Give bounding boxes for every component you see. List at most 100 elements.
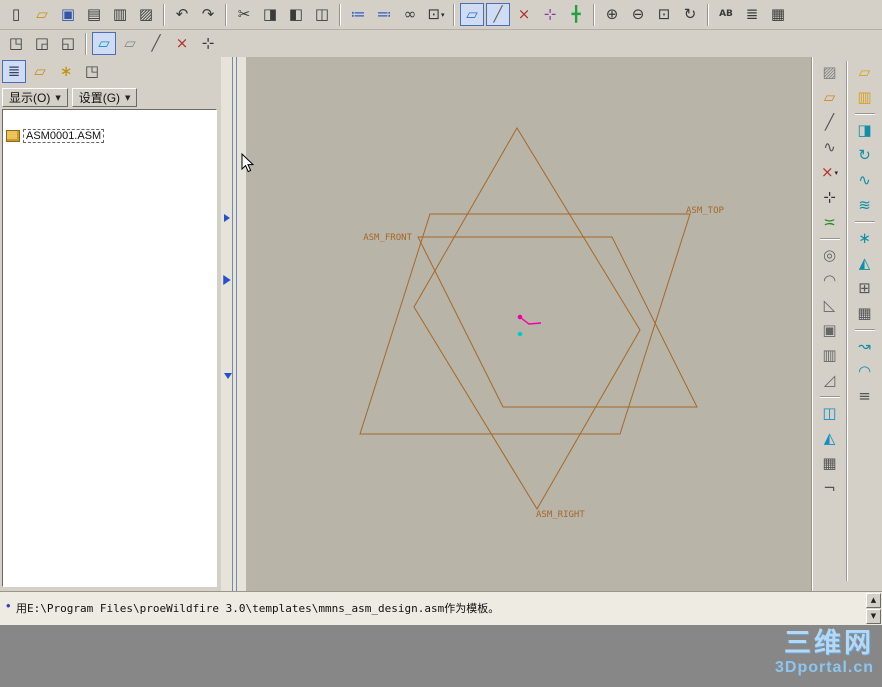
scroll-up-button[interactable]: ▲ bbox=[866, 593, 881, 608]
datum-point-tool[interactable]: × bbox=[170, 32, 194, 55]
extrude-tool[interactable]: ◨ bbox=[853, 119, 877, 142]
cut-button[interactable]: ✂ bbox=[232, 3, 256, 26]
zoom-in-button[interactable]: ⊕ bbox=[600, 3, 624, 26]
layers-button[interactable]: ≣ bbox=[740, 3, 764, 26]
sweep-tool[interactable]: ∿ bbox=[853, 169, 877, 192]
splitter-collapse-arrow-icon[interactable] bbox=[224, 214, 230, 222]
splitter-collapse-arrow-icon[interactable] bbox=[224, 373, 232, 379]
favorites-button[interactable]: ∗ bbox=[54, 60, 78, 83]
print-button[interactable]: ▤ bbox=[82, 3, 106, 26]
paste-special-button[interactable]: ◫ bbox=[310, 3, 334, 26]
proe-wildfire-window: { "icons": { "dropdown_mini": "▾", "drop… bbox=[0, 0, 882, 687]
spin-center-toggle[interactable]: ╋ bbox=[564, 3, 588, 26]
paste-button[interactable]: ◧ bbox=[284, 3, 308, 26]
send-model-button[interactable]: ▨ bbox=[134, 3, 158, 26]
view-manager-button[interactable]: ▦ bbox=[766, 3, 790, 26]
model-tree: ASM0001.ASM bbox=[2, 109, 217, 587]
redo-button[interactable]: ↷ bbox=[196, 3, 220, 26]
merge-tool[interactable]: ⊞ bbox=[853, 277, 877, 300]
round-tool[interactable]: ◠ bbox=[818, 269, 842, 292]
flex-tool[interactable]: ↝ bbox=[853, 335, 877, 358]
new-file-button[interactable]: ▯ bbox=[4, 3, 28, 26]
asm-top-plane[interactable] bbox=[359, 213, 691, 435]
rib-tool[interactable]: ▥ bbox=[818, 344, 842, 367]
surface-tool[interactable]: ◭ bbox=[853, 252, 877, 275]
trim-tool[interactable]: ◭ bbox=[818, 427, 842, 450]
print-preview-button[interactable]: ▥ bbox=[108, 3, 132, 26]
datum-plane-tool[interactable]: ▱ bbox=[92, 32, 116, 55]
blend-tool[interactable]: ≋ bbox=[853, 194, 877, 217]
message-scrollbar[interactable]: ▲ ▼ bbox=[866, 593, 881, 624]
note-tool[interactable]: ¬ bbox=[818, 477, 842, 500]
csys-axis-point[interactable] bbox=[517, 331, 523, 337]
model-tree-toggle[interactable]: ≣ bbox=[2, 60, 26, 83]
open-folder-icon: ▱ bbox=[36, 5, 48, 23]
model-tree-icon: ≣ bbox=[7, 62, 21, 80]
show-dropdown[interactable]: 显示(O) ▼ bbox=[2, 88, 68, 107]
chamfer-tool[interactable]: ◺ bbox=[818, 294, 842, 317]
open-file-button[interactable]: ▱ bbox=[30, 3, 54, 26]
save-button[interactable]: ▣ bbox=[56, 3, 80, 26]
splitter-collapse-arrow-icon[interactable] bbox=[223, 275, 231, 285]
offset-tool[interactable]: ≡ bbox=[853, 385, 877, 408]
window-activate-button[interactable]: ◱ bbox=[56, 32, 80, 55]
assemble-component-button[interactable]: ▱ bbox=[853, 61, 877, 84]
graphics-area[interactable]: ASM_FRONT ASM_TOP ASM_RIGHT bbox=[246, 57, 812, 591]
datum-csys-tool[interactable]: ⊹ bbox=[818, 186, 842, 209]
copy-button[interactable]: ◨ bbox=[258, 3, 282, 26]
scroll-down-button[interactable]: ▼ bbox=[866, 609, 881, 624]
selection-filter-button[interactable]: ⊡ ▾ bbox=[424, 3, 448, 26]
annotation-toggle[interactable]: AB bbox=[714, 3, 738, 26]
pattern-tool[interactable]: ▦ bbox=[818, 452, 842, 475]
zoom-out-button[interactable]: ⊖ bbox=[626, 3, 650, 26]
settings-dropdown[interactable]: 设置(G) ▼ bbox=[71, 88, 138, 107]
default-csys[interactable] bbox=[517, 314, 542, 337]
window-icon: ◳ bbox=[8, 34, 24, 52]
undo-button[interactable]: ↶ bbox=[170, 3, 194, 26]
window-tile-button[interactable]: ◲ bbox=[30, 32, 54, 55]
connections-button[interactable]: ◳ bbox=[80, 60, 104, 83]
mirror-tool[interactable]: ◫ bbox=[818, 402, 842, 425]
datum-axis-tool[interactable]: ╱ bbox=[818, 111, 842, 134]
hole-tool[interactable]: ◎ bbox=[818, 244, 842, 267]
datum-plane-display-toggle[interactable]: ▱ bbox=[460, 3, 484, 26]
datum-axis-tool[interactable]: ╱ bbox=[144, 32, 168, 55]
asm-right-label[interactable]: ASM_RIGHT bbox=[536, 510, 585, 520]
note-icon: ¬ bbox=[823, 479, 836, 497]
revolve-tool[interactable]: ↻ bbox=[853, 144, 877, 167]
refit-button[interactable]: ⊡ bbox=[652, 3, 676, 26]
sketch-tool[interactable]: ▱ bbox=[118, 32, 142, 55]
asm-front-label[interactable]: ASM_FRONT bbox=[363, 233, 412, 243]
analysis-tool[interactable]: ≍ bbox=[818, 211, 842, 234]
search-button[interactable]: ∞ bbox=[398, 3, 422, 26]
datum-csys-tool[interactable]: ⊹ bbox=[196, 32, 220, 55]
regenerate-button[interactable]: ≔ bbox=[346, 3, 370, 26]
panel-splitter[interactable] bbox=[221, 57, 246, 591]
datum-axis-display-toggle[interactable]: ╱ bbox=[486, 3, 510, 26]
pattern-tool-2[interactable]: ▦ bbox=[853, 302, 877, 325]
model-player-button[interactable]: ≕ bbox=[372, 3, 396, 26]
datum-curve-tool[interactable]: ∿ bbox=[818, 136, 842, 159]
sketch-icon: ▨ bbox=[822, 63, 837, 81]
wrap-tool[interactable]: ◠ bbox=[853, 360, 877, 383]
tree-item-asm0001[interactable]: ASM0001.ASM bbox=[3, 128, 216, 144]
assemble-icon: ▱ bbox=[858, 63, 871, 81]
datum-point-icon: × bbox=[175, 34, 189, 52]
style-icon: ∗ bbox=[858, 229, 871, 247]
datum-plane-tool[interactable]: ▱ bbox=[818, 86, 842, 109]
asm-top-label[interactable]: ASM_TOP bbox=[686, 206, 725, 216]
csys-display-toggle[interactable]: ⊹ bbox=[538, 3, 562, 26]
datum-point-display-toggle[interactable]: × bbox=[512, 3, 536, 26]
create-component-button[interactable]: ▥ bbox=[853, 86, 877, 109]
style-tool[interactable]: ∗ bbox=[853, 227, 877, 250]
folder-browser-button[interactable]: ▱ bbox=[28, 60, 52, 83]
sketch-tool[interactable]: ▨ bbox=[818, 61, 842, 84]
draft-tool[interactable]: ◿ bbox=[818, 369, 842, 392]
asm-right-plane[interactable] bbox=[413, 127, 641, 510]
window-cascade-button[interactable]: ◳ bbox=[4, 32, 28, 55]
shell-tool[interactable]: ▣ bbox=[818, 319, 842, 342]
csys-axes-lines bbox=[520, 317, 542, 325]
datum-point-tool[interactable]: × ▾ bbox=[818, 161, 842, 184]
datum-axis-icon: ╱ bbox=[151, 34, 161, 52]
reorient-button[interactable]: ↻ bbox=[678, 3, 702, 26]
